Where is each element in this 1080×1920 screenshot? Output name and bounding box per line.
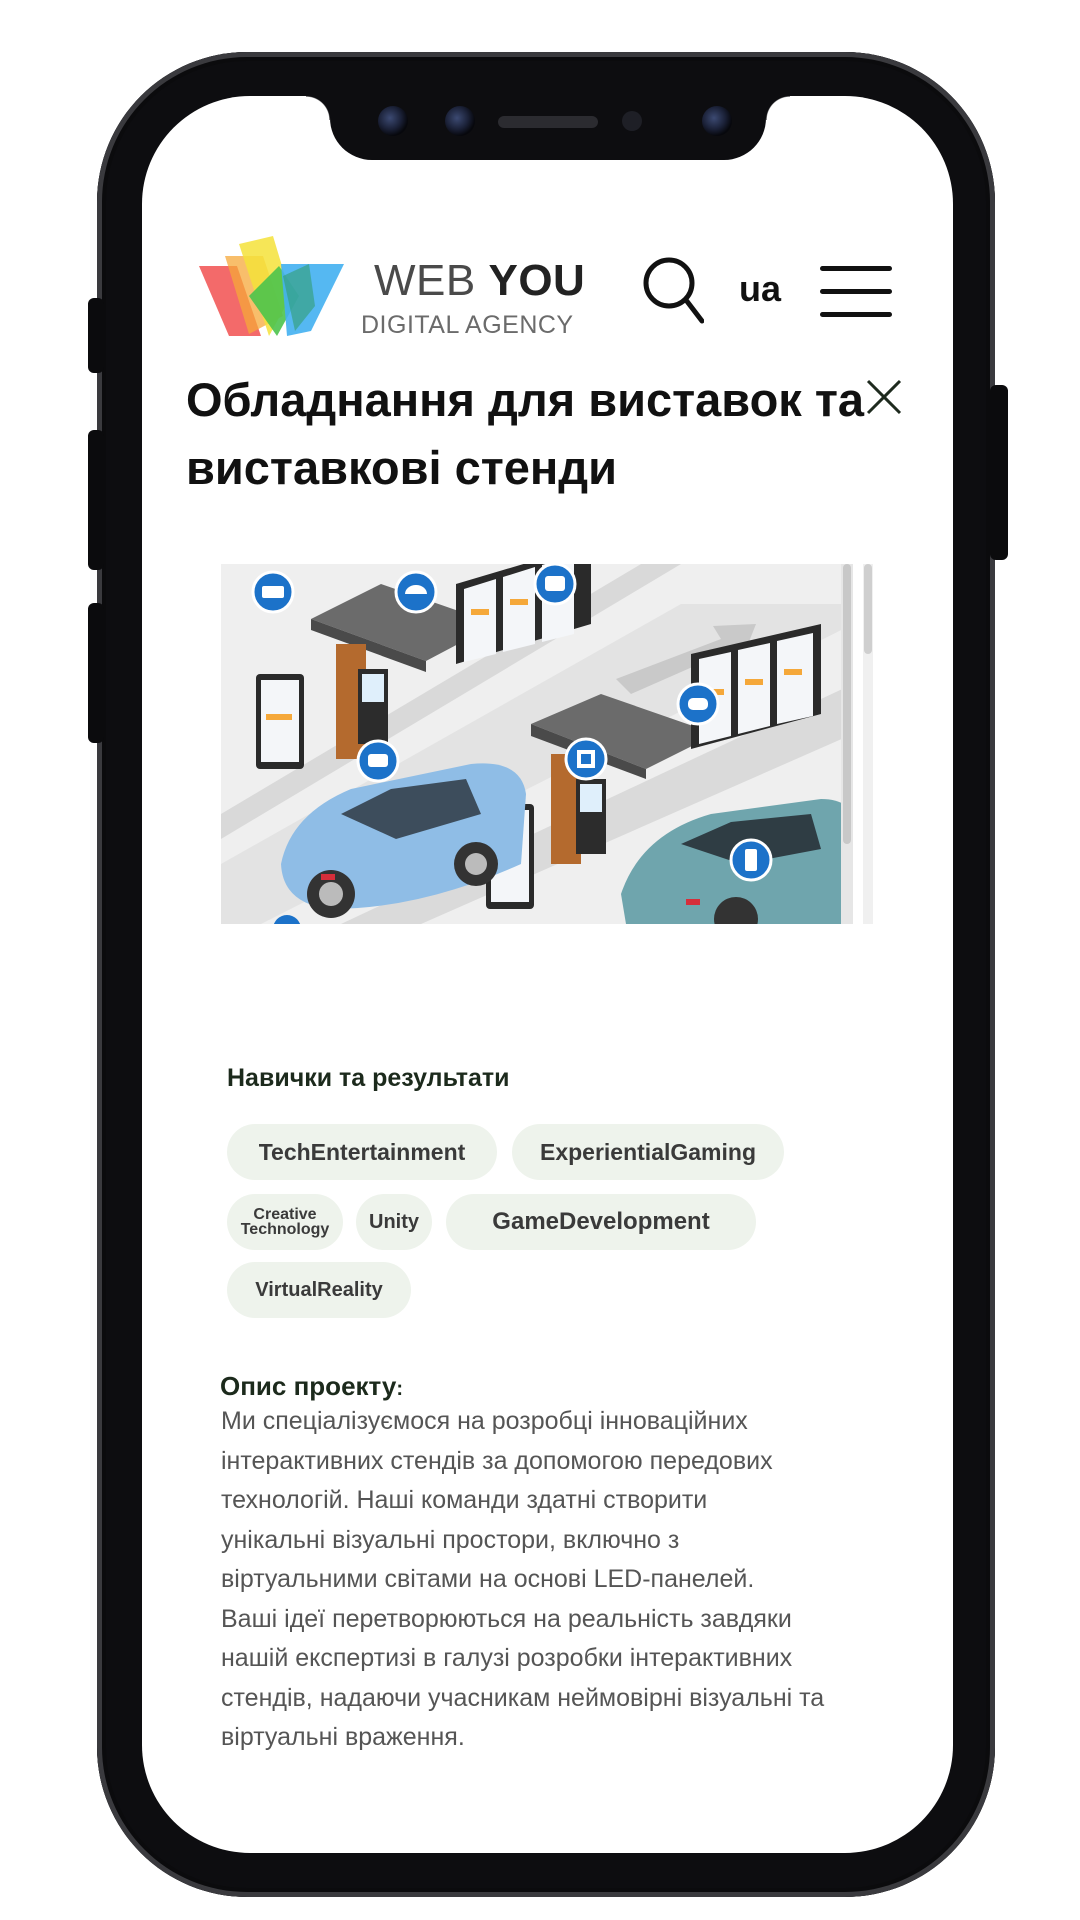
mute-switch (88, 298, 104, 373)
tag-unity[interactable]: Unity (356, 1194, 432, 1250)
sensor-dot (622, 111, 642, 131)
burger-icon (676, 682, 720, 726)
dome-camera-icon (394, 570, 438, 614)
description-heading: Опис проекту: (220, 1371, 403, 1402)
scrollbar-thumb[interactable] (864, 564, 872, 654)
qr-code-icon (564, 737, 608, 781)
phone-screen: WEB YOU DIGITAL AGENCY ua Обладнання для… (142, 96, 953, 1853)
volume-up-button (88, 430, 104, 570)
description-heading-colon: : (396, 1378, 404, 1400)
site-header: WEB YOU DIGITAL AGENCY ua (142, 236, 953, 346)
search-icon[interactable] (642, 256, 704, 324)
volume-down-button (88, 603, 104, 743)
notch (306, 96, 790, 160)
language-switch[interactable]: ua (739, 268, 781, 310)
logo-subtitle: DIGITAL AGENCY (361, 311, 574, 339)
chat-icon (356, 739, 400, 783)
page-scrollbar[interactable] (863, 564, 873, 924)
description-heading-text: Опис проекту (220, 1371, 397, 1401)
camera-icon (702, 106, 732, 136)
robot-icon (533, 564, 577, 606)
speaker-grille (498, 116, 598, 128)
tag-gamedevelopment[interactable]: GameDevelopment (446, 1194, 756, 1250)
tag-creative-technology[interactable]: Creative Technology (227, 1194, 343, 1250)
drive-thru-illustration (221, 564, 853, 924)
skills-heading: Навички та результати (227, 1064, 510, 1092)
tag-virtualreality[interactable]: VirtualReality (227, 1262, 411, 1318)
menu-icon[interactable] (820, 266, 892, 318)
page-title: Обладнання для виставок та виставкові ст… (186, 373, 865, 494)
logo-web-text: WEB (374, 256, 476, 305)
camera-icon (445, 106, 475, 136)
card-reader-icon (251, 570, 295, 614)
phone-icon (729, 838, 773, 882)
close-icon[interactable] (865, 378, 903, 416)
project-image[interactable] (221, 564, 853, 924)
description-text: Ми спеціалізуємося на розробці інновацій… (221, 1407, 825, 1751)
webyou-logo-icon[interactable] (199, 236, 344, 341)
logo-wordmark[interactable]: WEB YOU (374, 256, 585, 306)
power-button (990, 385, 1008, 560)
logo-you-text: YOU (488, 256, 586, 305)
tag-techentertainment[interactable]: TechEntertainment (227, 1124, 497, 1180)
camera-icon (378, 106, 408, 136)
tag-experientialgaming[interactable]: ExperientialGaming (512, 1124, 784, 1180)
